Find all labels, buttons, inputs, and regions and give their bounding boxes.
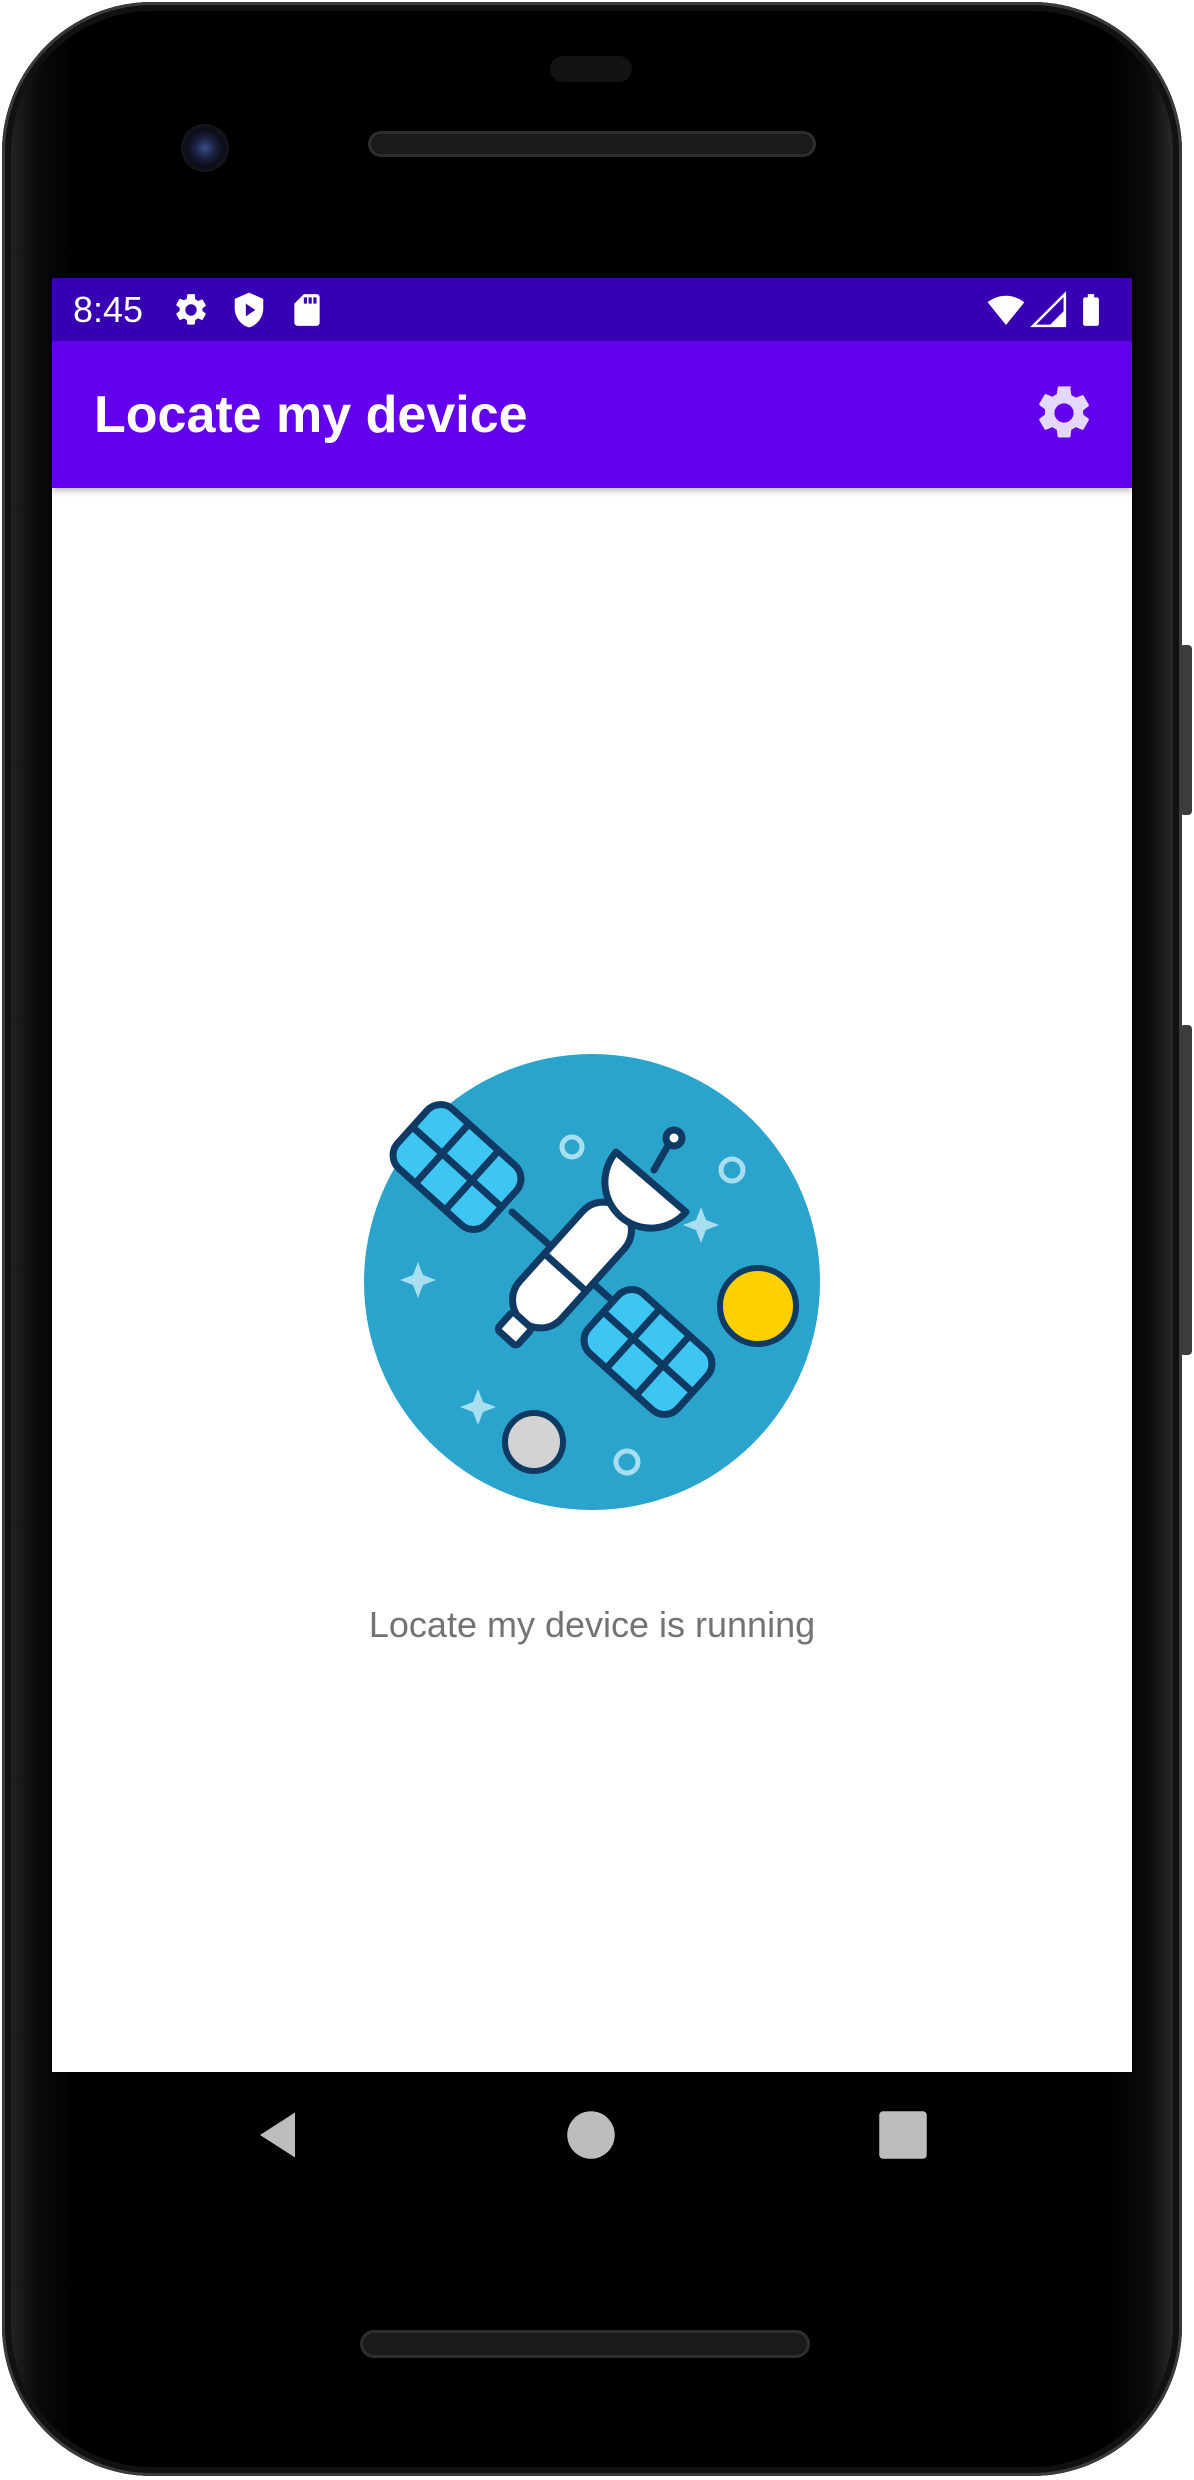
earpiece-speaker: [368, 131, 816, 157]
back-icon[interactable]: [250, 2105, 310, 2165]
settings-icon: [176, 294, 206, 325]
sun-icon: [717, 1265, 799, 1347]
bottom-speaker: [360, 2330, 810, 2358]
screen: 8:45 Locate my device Locate my device i…: [52, 278, 1132, 2072]
volume-button: [1180, 1025, 1192, 1355]
phone-frame: 8:45 Locate my device Locate my device i…: [0, 0, 1194, 2480]
power-button: [1180, 645, 1192, 815]
home-icon[interactable]: [561, 2105, 621, 2165]
wifi-icon: [987, 295, 1025, 326]
proximity-sensor: [550, 56, 632, 82]
sd-card-icon: [294, 294, 320, 326]
status-message: Locate my device is running: [368, 1604, 816, 1645]
moon-icon: [502, 1410, 566, 1474]
app-bar: Locate my device: [52, 341, 1132, 488]
recents-icon[interactable]: [873, 2105, 933, 2165]
gear-icon[interactable]: [1032, 381, 1096, 445]
app-title: Locate my device: [94, 386, 528, 444]
status-bar: 8:45: [52, 278, 1132, 341]
signal-icon: [1030, 291, 1067, 328]
satellite-icon: [364, 1054, 820, 1510]
status-time: 8:45: [73, 289, 144, 330]
shield-icon: [234, 292, 264, 328]
front-camera: [181, 124, 229, 172]
battery-icon: [1083, 294, 1099, 326]
